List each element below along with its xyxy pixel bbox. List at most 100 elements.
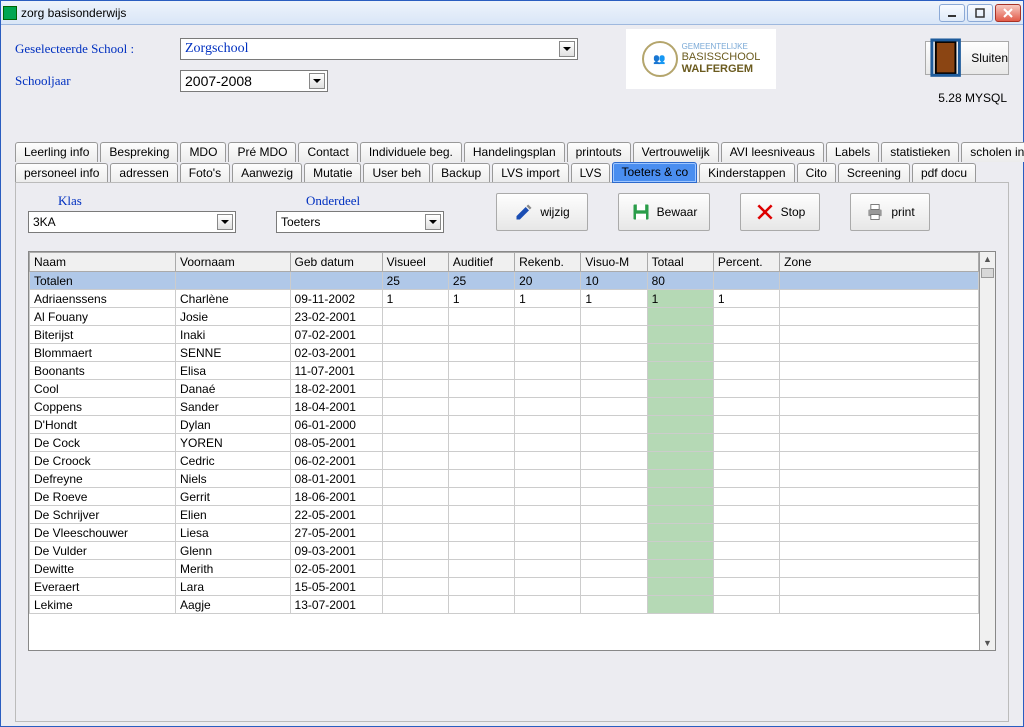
cell[interactable]: Dylan — [176, 416, 291, 434]
cell[interactable]: Liesa — [176, 524, 291, 542]
cell[interactable] — [780, 524, 979, 542]
column-header[interactable]: Naam — [30, 253, 176, 272]
cell[interactable] — [448, 326, 514, 344]
cell[interactable] — [448, 488, 514, 506]
cell[interactable] — [713, 362, 779, 380]
cell[interactable]: 09-03-2001 — [290, 542, 382, 560]
tab-statistieken[interactable]: statistieken — [881, 142, 959, 162]
cell[interactable] — [515, 416, 581, 434]
cell[interactable] — [448, 596, 514, 614]
cell[interactable]: Lara — [176, 578, 291, 596]
cell[interactable]: 1 — [581, 290, 647, 308]
cell[interactable] — [515, 578, 581, 596]
cell[interactable]: Coppens — [30, 398, 176, 416]
cell[interactable] — [176, 272, 291, 290]
cell[interactable]: 02-05-2001 — [290, 560, 382, 578]
cell[interactable]: Glenn — [176, 542, 291, 560]
tab-contact[interactable]: Contact — [298, 142, 357, 162]
cell[interactable] — [780, 290, 979, 308]
column-header[interactable]: Zone — [780, 253, 979, 272]
cell[interactable] — [581, 416, 647, 434]
cell[interactable]: 1 — [647, 290, 713, 308]
cell[interactable]: Merith — [176, 560, 291, 578]
vertical-scrollbar[interactable] — [979, 252, 995, 650]
tab-cito[interactable]: Cito — [797, 163, 836, 183]
cell[interactable]: 20 — [515, 272, 581, 290]
cell[interactable] — [382, 452, 448, 470]
cell[interactable]: 23-02-2001 — [290, 308, 382, 326]
cell[interactable] — [382, 470, 448, 488]
table-row[interactable]: AdriaenssensCharlène09-11-2002111111 — [30, 290, 979, 308]
cell[interactable]: Al Fouany — [30, 308, 176, 326]
cell[interactable]: Everaert — [30, 578, 176, 596]
cell[interactable]: Elisa — [176, 362, 291, 380]
cell[interactable]: Elien — [176, 506, 291, 524]
cell[interactable] — [581, 560, 647, 578]
cell[interactable] — [448, 560, 514, 578]
cell[interactable] — [448, 416, 514, 434]
cell[interactable] — [581, 470, 647, 488]
cell[interactable] — [515, 308, 581, 326]
cell[interactable] — [647, 344, 713, 362]
table-row[interactable]: BiterijstInaki07-02-2001 — [30, 326, 979, 344]
cell[interactable] — [780, 380, 979, 398]
table-row[interactable]: CoppensSander18-04-2001 — [30, 398, 979, 416]
tab-avi-leesniveaus[interactable]: AVI leesniveaus — [721, 142, 824, 162]
table-row[interactable]: DefreyneNiels08-01-2001 — [30, 470, 979, 488]
tab-individuele-beg-[interactable]: Individuele beg. — [360, 142, 462, 162]
cell[interactable] — [581, 326, 647, 344]
minimize-button[interactable] — [939, 4, 965, 22]
cell[interactable]: 13-07-2001 — [290, 596, 382, 614]
cell[interactable] — [713, 542, 779, 560]
cell[interactable] — [647, 560, 713, 578]
tab-pdf-docu[interactable]: pdf docu — [912, 163, 976, 183]
tab-bespreking[interactable]: Bespreking — [100, 142, 178, 162]
cell[interactable] — [713, 434, 779, 452]
cell[interactable] — [647, 416, 713, 434]
cell[interactable] — [382, 524, 448, 542]
cell[interactable] — [713, 398, 779, 416]
cell[interactable] — [382, 596, 448, 614]
tab-personeel-info[interactable]: personeel info — [15, 163, 108, 183]
cell[interactable] — [647, 452, 713, 470]
cell[interactable]: Blommaert — [30, 344, 176, 362]
cell[interactable] — [713, 596, 779, 614]
cell[interactable] — [382, 506, 448, 524]
table-row[interactable]: De CroockCedric06-02-2001 — [30, 452, 979, 470]
cell[interactable]: Charlène — [176, 290, 291, 308]
cell[interactable]: 25 — [382, 272, 448, 290]
cell[interactable] — [382, 380, 448, 398]
cell[interactable] — [713, 272, 779, 290]
cell[interactable] — [382, 560, 448, 578]
wijzig-button[interactable]: wijzig — [496, 193, 588, 231]
cell[interactable]: Boonants — [30, 362, 176, 380]
cell[interactable] — [780, 488, 979, 506]
cell[interactable] — [515, 362, 581, 380]
tab-pr-mdo[interactable]: Pré MDO — [228, 142, 296, 162]
cell[interactable]: Dewitte — [30, 560, 176, 578]
cell[interactable] — [647, 542, 713, 560]
cell[interactable] — [581, 578, 647, 596]
cell[interactable] — [382, 344, 448, 362]
cell[interactable] — [382, 398, 448, 416]
table-row[interactable]: Al FouanyJosie23-02-2001 — [30, 308, 979, 326]
cell[interactable] — [448, 362, 514, 380]
cell[interactable] — [448, 344, 514, 362]
cell[interactable] — [780, 326, 979, 344]
cell[interactable] — [713, 344, 779, 362]
cell[interactable] — [581, 596, 647, 614]
tab-lvs-import[interactable]: LVS import — [492, 163, 568, 183]
cell[interactable] — [515, 398, 581, 416]
cell[interactable] — [448, 308, 514, 326]
cell[interactable]: 06-01-2000 — [290, 416, 382, 434]
cell[interactable] — [647, 506, 713, 524]
cell[interactable] — [515, 524, 581, 542]
cell[interactable]: 10 — [581, 272, 647, 290]
cell[interactable] — [713, 488, 779, 506]
cell[interactable] — [448, 578, 514, 596]
cell[interactable] — [581, 434, 647, 452]
tab-mutatie[interactable]: Mutatie — [304, 163, 361, 183]
cell[interactable]: 08-01-2001 — [290, 470, 382, 488]
cell[interactable] — [515, 542, 581, 560]
cell[interactable]: Adriaenssens — [30, 290, 176, 308]
